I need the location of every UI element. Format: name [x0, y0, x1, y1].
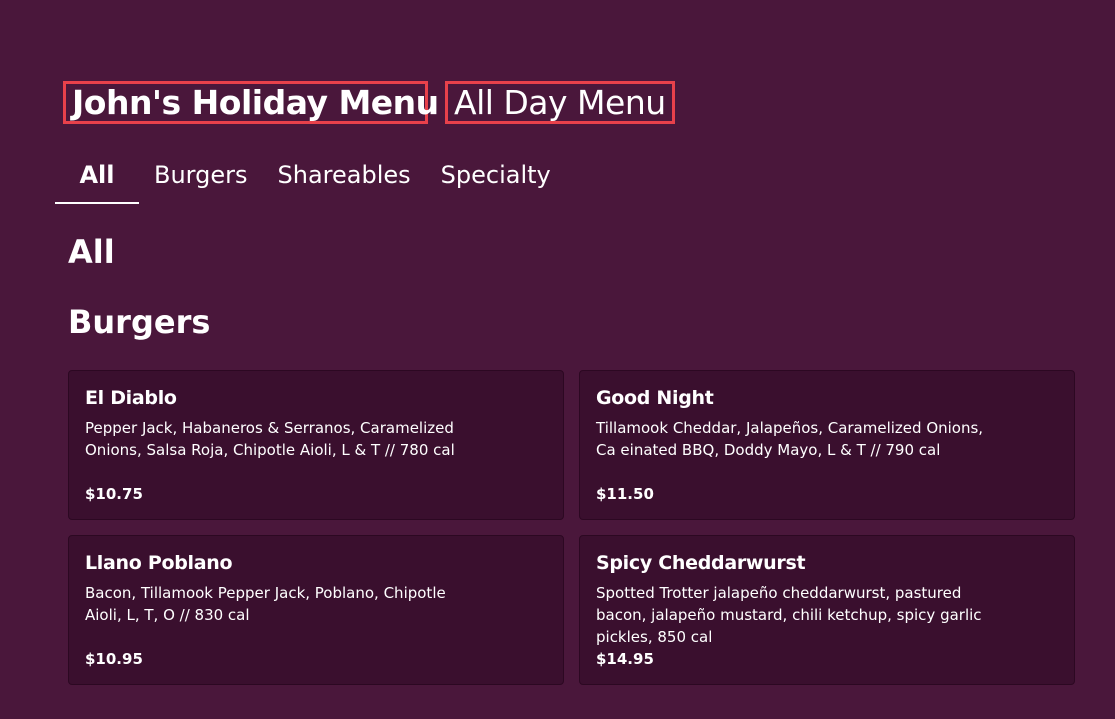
- menu-option-label: John's Holiday Menu: [72, 83, 439, 122]
- menu-selector: John's Holiday Menu All Day Menu: [63, 81, 675, 124]
- item-name: El Diablo: [85, 387, 177, 409]
- menu-item-card[interactable]: El Diablo Pepper Jack, Habaneros & Serra…: [68, 370, 564, 520]
- item-price: $11.50: [596, 485, 654, 503]
- menu-option-all-day[interactable]: All Day Menu: [445, 81, 675, 124]
- item-price: $14.95: [596, 650, 654, 668]
- menu-page: John's Holiday Menu All Day Menu All Bur…: [0, 0, 1115, 719]
- tab-burgers[interactable]: Burgers: [139, 153, 263, 204]
- item-name: Llano Poblano: [85, 552, 233, 574]
- menu-items-grid: El Diablo Pepper Jack, Habaneros & Serra…: [68, 370, 1075, 685]
- menu-option-holiday[interactable]: John's Holiday Menu: [63, 81, 439, 124]
- category-tabs: All Burgers Shareables Specialty: [55, 153, 566, 204]
- menu-item-card[interactable]: Llano Poblano Bacon, Tillamook Pepper Ja…: [68, 535, 564, 685]
- item-name: Good Night: [596, 387, 714, 409]
- item-description: Pepper Jack, Habaneros & Serranos, Caram…: [85, 419, 455, 459]
- section-title-all: All: [68, 233, 115, 271]
- tab-all[interactable]: All: [55, 153, 139, 204]
- section-title-burgers: Burgers: [68, 303, 211, 341]
- item-price: $10.75: [85, 485, 143, 503]
- menu-option-label: All Day Menu: [454, 83, 666, 122]
- item-description: Bacon, Tillamook Pepper Jack, Poblano, C…: [85, 584, 446, 624]
- menu-item-card[interactable]: Spicy Cheddarwurst Spotted Trotter jalap…: [579, 535, 1075, 685]
- tab-specialty[interactable]: Specialty: [426, 153, 566, 204]
- menu-item-card[interactable]: Good Night Tillamook Cheddar, Jalapeños,…: [579, 370, 1075, 520]
- item-price: $10.95: [85, 650, 143, 668]
- tab-shareables[interactable]: Shareables: [263, 153, 426, 204]
- item-description: Spotted Trotter jalapeño cheddarwurst, p…: [596, 584, 982, 646]
- item-name: Spicy Cheddarwurst: [596, 552, 806, 574]
- item-description: Tillamook Cheddar, Jalapeños, Caramelize…: [596, 419, 984, 459]
